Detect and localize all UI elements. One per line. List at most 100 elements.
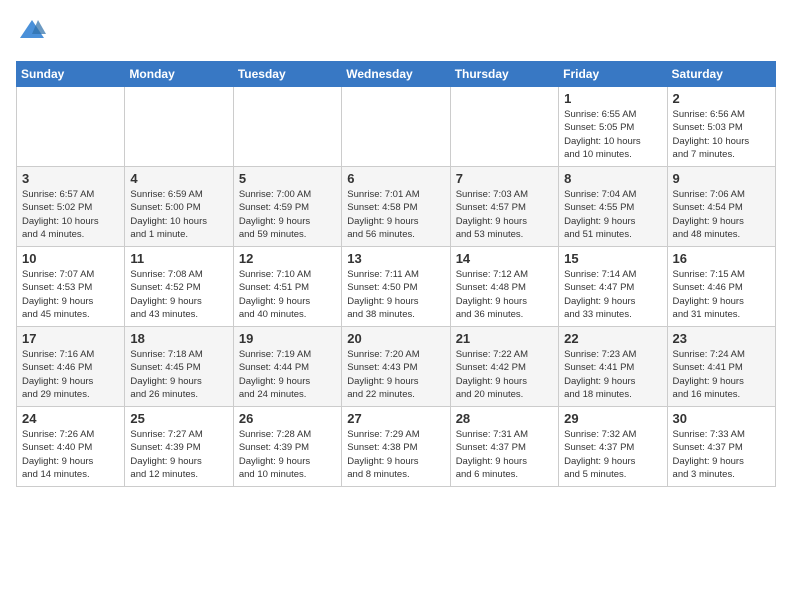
day-info: Sunrise: 7:00 AM Sunset: 4:59 PM Dayligh… [239,188,336,241]
day-info: Sunrise: 7:12 AM Sunset: 4:48 PM Dayligh… [456,268,553,321]
calendar-cell: 5 Sunrise: 7:00 AM Sunset: 4:59 PM Daylig… [233,167,341,247]
calendar-cell: 20 Sunrise: 7:20 AM Sunset: 4:43 PM Dayli… [342,327,450,407]
day-info: Sunrise: 7:22 AM Sunset: 4:42 PM Dayligh… [456,348,553,401]
week-row-2: 3 Sunrise: 6:57 AM Sunset: 5:02 PM Daylig… [17,167,776,247]
calendar-cell: 28 Sunrise: 7:31 AM Sunset: 4:37 PM Dayli… [450,407,558,487]
calendar-cell [450,87,558,167]
day-number: 26 [239,411,336,426]
calendar-cell: 23 Sunrise: 7:24 AM Sunset: 4:41 PM Dayli… [667,327,775,407]
day-info: Sunrise: 7:08 AM Sunset: 4:52 PM Dayligh… [130,268,227,321]
week-row-1: 1 Sunrise: 6:55 AM Sunset: 5:05 PM Daylig… [17,87,776,167]
day-number: 7 [456,171,553,186]
calendar-table: SundayMondayTuesdayWednesdayThursdayFrid… [16,61,776,487]
day-number: 30 [673,411,770,426]
day-info: Sunrise: 7:26 AM Sunset: 4:40 PM Dayligh… [22,428,119,481]
day-info: Sunrise: 7:20 AM Sunset: 4:43 PM Dayligh… [347,348,444,401]
day-info: Sunrise: 7:27 AM Sunset: 4:39 PM Dayligh… [130,428,227,481]
day-number: 23 [673,331,770,346]
day-info: Sunrise: 7:03 AM Sunset: 4:57 PM Dayligh… [456,188,553,241]
day-number: 24 [22,411,119,426]
column-header-sunday: Sunday [17,62,125,87]
calendar-cell: 6Sunrise: 7:01 AM Sunset: 4:58 PM Daylig… [342,167,450,247]
day-info: Sunrise: 7:07 AM Sunset: 4:53 PM Dayligh… [22,268,119,321]
day-number: 12 [239,251,336,266]
day-number: 17 [22,331,119,346]
day-number: 19 [239,331,336,346]
column-header-saturday: Saturday [667,62,775,87]
day-info: Sunrise: 7:01 AM Sunset: 4:58 PM Dayligh… [347,188,444,241]
day-number: 25 [130,411,227,426]
calendar-cell [17,87,125,167]
day-number: 29 [564,411,661,426]
day-info: Sunrise: 7:23 AM Sunset: 4:41 PM Dayligh… [564,348,661,401]
day-number: 22 [564,331,661,346]
calendar-cell: 2Sunrise: 6:56 AM Sunset: 5:03 PM Daylig… [667,87,775,167]
day-info: Sunrise: 6:59 AM Sunset: 5:00 PM Dayligh… [130,188,227,241]
calendar-cell: 24 Sunrise: 7:26 AM Sunset: 4:40 PM Dayli… [17,407,125,487]
week-row-5: 24 Sunrise: 7:26 AM Sunset: 4:40 PM Dayli… [17,407,776,487]
day-info: Sunrise: 6:55 AM Sunset: 5:05 PM Dayligh… [564,108,661,161]
calendar-cell: 9 Sunrise: 7:06 AM Sunset: 4:54 PM Daylig… [667,167,775,247]
day-number: 9 [673,171,770,186]
day-info: Sunrise: 7:32 AM Sunset: 4:37 PM Dayligh… [564,428,661,481]
calendar-cell: 18Sunrise: 7:18 AM Sunset: 4:45 PM Dayli… [125,327,233,407]
calendar-cell: 13Sunrise: 7:11 AM Sunset: 4:50 PM Dayli… [342,247,450,327]
day-number: 20 [347,331,444,346]
day-info: Sunrise: 7:28 AM Sunset: 4:39 PM Dayligh… [239,428,336,481]
logo [16,16,46,49]
calendar-header-row: SundayMondayTuesdayWednesdayThursdayFrid… [17,62,776,87]
day-number: 1 [564,91,661,106]
day-info: Sunrise: 7:14 AM Sunset: 4:47 PM Dayligh… [564,268,661,321]
week-row-4: 17 Sunrise: 7:16 AM Sunset: 4:46 PM Dayli… [17,327,776,407]
calendar-cell [233,87,341,167]
day-number: 4 [130,171,227,186]
day-info: Sunrise: 7:16 AM Sunset: 4:46 PM Dayligh… [22,348,119,401]
calendar-cell: 22 Sunrise: 7:23 AM Sunset: 4:41 PM Dayli… [559,327,667,407]
calendar-cell: 10Sunrise: 7:07 AM Sunset: 4:53 PM Dayli… [17,247,125,327]
calendar-cell: 3 Sunrise: 6:57 AM Sunset: 5:02 PM Daylig… [17,167,125,247]
day-info: Sunrise: 7:18 AM Sunset: 4:45 PM Dayligh… [130,348,227,401]
calendar-cell: 1 Sunrise: 6:55 AM Sunset: 5:05 PM Daylig… [559,87,667,167]
day-info: Sunrise: 7:31 AM Sunset: 4:37 PM Dayligh… [456,428,553,481]
calendar-cell: 7 Sunrise: 7:03 AM Sunset: 4:57 PM Daylig… [450,167,558,247]
day-info: Sunrise: 7:29 AM Sunset: 4:38 PM Dayligh… [347,428,444,481]
day-number: 2 [673,91,770,106]
day-number: 16 [673,251,770,266]
calendar-cell: 21 Sunrise: 7:22 AM Sunset: 4:42 PM Dayli… [450,327,558,407]
calendar-cell [125,87,233,167]
header [16,16,776,49]
week-row-3: 10Sunrise: 7:07 AM Sunset: 4:53 PM Dayli… [17,247,776,327]
calendar-cell: 25 Sunrise: 7:27 AM Sunset: 4:39 PM Dayli… [125,407,233,487]
day-number: 8 [564,171,661,186]
calendar-cell: 8 Sunrise: 7:04 AM Sunset: 4:55 PM Daylig… [559,167,667,247]
calendar-body: 1 Sunrise: 6:55 AM Sunset: 5:05 PM Daylig… [17,87,776,487]
day-info: Sunrise: 7:19 AM Sunset: 4:44 PM Dayligh… [239,348,336,401]
day-number: 21 [456,331,553,346]
calendar-cell: 30 Sunrise: 7:33 AM Sunset: 4:37 PM Dayli… [667,407,775,487]
calendar-cell: 17 Sunrise: 7:16 AM Sunset: 4:46 PM Dayli… [17,327,125,407]
column-header-monday: Monday [125,62,233,87]
calendar-cell: 15 Sunrise: 7:14 AM Sunset: 4:47 PM Dayli… [559,247,667,327]
calendar-cell: 11 Sunrise: 7:08 AM Sunset: 4:52 PM Dayli… [125,247,233,327]
day-info: Sunrise: 7:24 AM Sunset: 4:41 PM Dayligh… [673,348,770,401]
day-number: 28 [456,411,553,426]
day-number: 27 [347,411,444,426]
calendar-cell: 29 Sunrise: 7:32 AM Sunset: 4:37 PM Dayli… [559,407,667,487]
day-info: Sunrise: 7:11 AM Sunset: 4:50 PM Dayligh… [347,268,444,321]
day-info: Sunrise: 7:10 AM Sunset: 4:51 PM Dayligh… [239,268,336,321]
column-header-wednesday: Wednesday [342,62,450,87]
calendar-cell: 26 Sunrise: 7:28 AM Sunset: 4:39 PM Dayli… [233,407,341,487]
calendar-cell: 14Sunrise: 7:12 AM Sunset: 4:48 PM Dayli… [450,247,558,327]
calendar-cell: 16 Sunrise: 7:15 AM Sunset: 4:46 PM Dayli… [667,247,775,327]
day-info: Sunrise: 7:15 AM Sunset: 4:46 PM Dayligh… [673,268,770,321]
calendar-cell: 27 Sunrise: 7:29 AM Sunset: 4:38 PM Dayli… [342,407,450,487]
day-info: Sunrise: 6:57 AM Sunset: 5:02 PM Dayligh… [22,188,119,241]
day-info: Sunrise: 7:33 AM Sunset: 4:37 PM Dayligh… [673,428,770,481]
day-number: 3 [22,171,119,186]
day-number: 5 [239,171,336,186]
calendar-cell: 4 Sunrise: 6:59 AM Sunset: 5:00 PM Daylig… [125,167,233,247]
day-info: Sunrise: 7:04 AM Sunset: 4:55 PM Dayligh… [564,188,661,241]
day-info: Sunrise: 7:06 AM Sunset: 4:54 PM Dayligh… [673,188,770,241]
day-number: 11 [130,251,227,266]
day-number: 15 [564,251,661,266]
